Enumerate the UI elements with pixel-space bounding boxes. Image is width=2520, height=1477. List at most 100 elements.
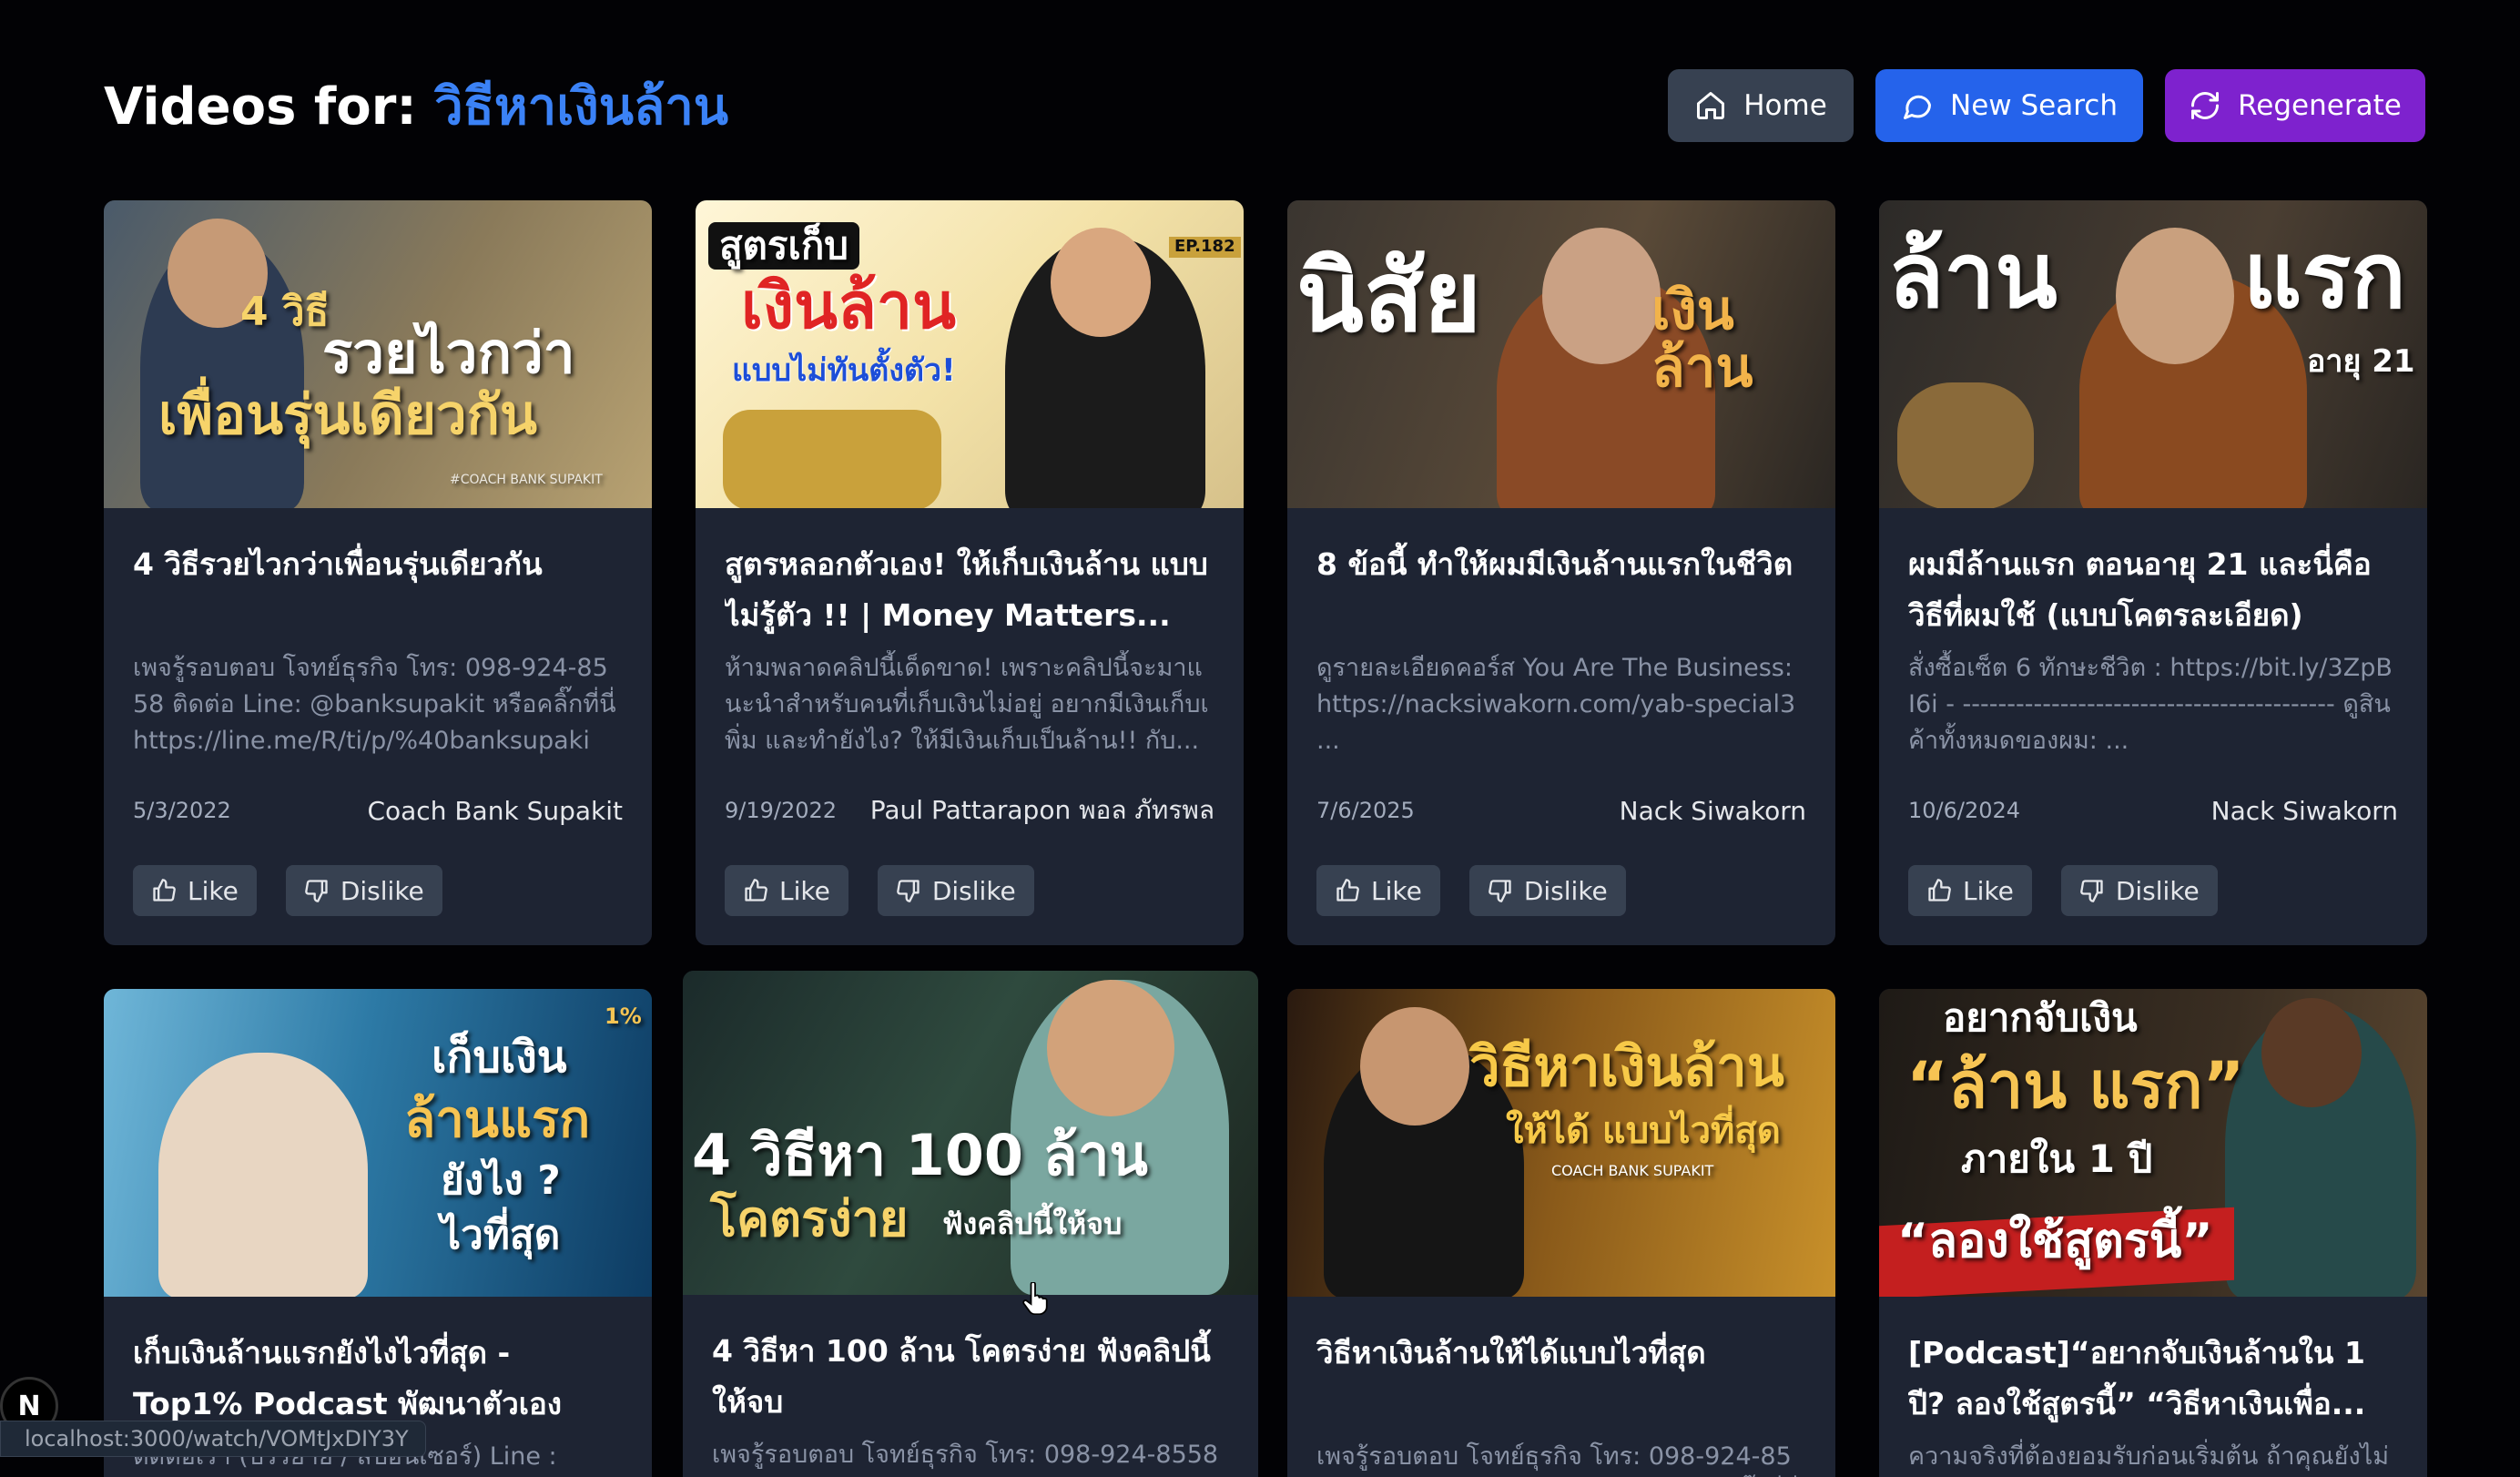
regenerate-button-label: Regenerate	[2238, 89, 2402, 122]
thumbnail-text: “ลองใช้สูตรนี้”	[1897, 1214, 2213, 1268]
thumbnail-text: เงินล้าน	[1651, 279, 1753, 400]
dislike-button[interactable]: Dislike	[877, 865, 1034, 916]
like-button[interactable]: Like	[133, 865, 257, 916]
video-description: เพจรู้รอบตอบ โจทย์ธุรกิจ โทร: 098-924-85…	[1316, 1442, 1792, 1471]
thumbnail-text: ภายใน 1 ปี	[1961, 1136, 2153, 1181]
video-description: เพจรู้รอบตอบ โจทย์ธุรกิจ โทร: 098-924-85…	[712, 1441, 1219, 1469]
pointer-cursor-icon	[1022, 1282, 1048, 1315]
video-title[interactable]: 4 วิธีหา 100 ล้าน โคตรง่าย ฟังคลิปนี้ให้…	[712, 1326, 1229, 1428]
home-icon	[1697, 92, 1725, 119]
video-thumbnail[interactable]: 4 วิธีหา 100 ล้าน โคตรง่าย ฟังคลิปนี้ให้…	[683, 971, 1258, 1295]
link-status-bar: localhost:3000/watch/VOMtJxDIY3Y	[0, 1421, 426, 1457]
video-card[interactable]: 4 วิธีหา 100 ล้าน โคตรง่าย ฟังคลิปนี้ให้…	[683, 971, 1258, 1477]
thumbnail-text: COACH BANK SUPAKIT	[1551, 1162, 1714, 1179]
video-card[interactable]: สูตรเก็บ เงินล้าน แบบไม่ทันตั้งตัว! EP.1…	[696, 200, 1244, 945]
like-label: Like	[1963, 875, 2014, 906]
chat-bubble-icon	[1904, 95, 1932, 119]
video-title[interactable]: ผมมีล้านแรก ตอนอายุ 21 และนี่คือวิธีที่ผ…	[1908, 539, 2398, 641]
thumbnail-text: แบบไม่ทันตั้งตัว!	[732, 352, 956, 389]
video-title[interactable]: วิธีหาเงินล้านให้ได้แบบไวที่สุด	[1316, 1328, 1806, 1430]
video-title[interactable]: สูตรหลอกตัวเอง! ให้เก็บเงินล้าน แบบไม่รู…	[725, 539, 1214, 641]
thumbs-up-icon	[1928, 879, 1951, 901]
video-thumbnail[interactable]: 4 วิธี รวยไวกว่า เพื่อนรุ่นเดียวกัน #COA…	[104, 200, 652, 508]
header-actions: Home New Search Regenerate	[1668, 69, 2425, 142]
video-card[interactable]: 4 วิธี รวยไวกว่า เพื่อนรุ่นเดียวกัน #COA…	[104, 200, 652, 945]
page-header: Videos for: วิธีหาเงินล้าน Home New Sear…	[104, 66, 2425, 146]
new-search-button-label: New Search	[1950, 89, 2118, 122]
thumbnail-text: เก็บเงิน	[432, 1032, 567, 1083]
thumbnail-text: อายุ 21	[2307, 343, 2415, 380]
page-title-prefix: Videos for:	[104, 76, 417, 137]
thumbnail-text: โคตรง่าย	[710, 1190, 909, 1248]
dislike-button[interactable]: Dislike	[1468, 865, 1626, 916]
thumbnail-text: 4 วิธีหา 100 ล้าน	[692, 1122, 1148, 1188]
thumbnail-text: ฟังคลิปนี้ให้จบ	[942, 1207, 1123, 1241]
video-title[interactable]: 4 วิธีรวยไวกว่าเพื่อนรุ่นเดียวกัน	[133, 539, 623, 641]
thumbs-down-icon	[896, 880, 920, 902]
video-thumbnail[interactable]: อยากจับเงิน “ล้าน แรก” ภายใน 1 ปี “ลองใช…	[1879, 989, 2427, 1297]
video-card[interactable]: เก็บเงิน ล้านแรก ยังไง ? ไวที่สุด 1% เก็…	[104, 989, 652, 1477]
thumbnail-text: ล้าน	[1888, 222, 2058, 329]
channel-name: Paul Pattarapon พอล ภัทรพล	[869, 795, 1214, 825]
video-description: ดูรายละเอียดคอร์ส You Are The Business: …	[1316, 654, 1796, 755]
dislike-button[interactable]: Dislike	[2060, 865, 2218, 916]
thumbnail-text: EP.182	[1169, 237, 1241, 258]
like-button[interactable]: Like	[1316, 865, 1440, 916]
thumbnail-text: ให้ได้ แบบไวที่สุด	[1506, 1110, 1781, 1152]
thumbnail-text: “ล้าน แรก”	[1906, 1048, 2245, 1123]
video-description: สั่งซื้อเซ็ต 6 ทักษะชีวิต : https://bit.…	[1908, 654, 2393, 755]
thumbs-up-icon	[153, 879, 176, 901]
video-date: 5/3/2022	[133, 798, 231, 823]
dislike-label: Dislike	[2115, 875, 2200, 906]
thumbnail-text: เพื่อนรุ่นเดียวกัน	[158, 383, 538, 447]
like-label: Like	[1371, 875, 1422, 906]
channel-name: Nack Siwakorn	[2210, 795, 2398, 826]
video-description: เพจรู้รอบตอบ โจทย์ธุรกิจ โทร: 098-924-85…	[133, 654, 616, 755]
dislike-label: Dislike	[1523, 875, 1608, 906]
dislike-button[interactable]: Dislike	[285, 865, 442, 916]
video-description: ห้ามพลาดคลิปนี้เด็ดขาด! เพราะคลิปนี้จะมา…	[725, 654, 1209, 755]
video-thumbnail[interactable]: ล้าน แรก อายุ 21	[1879, 200, 2427, 508]
video-card[interactable]: อยากจับเงิน “ล้าน แรก” ภายใน 1 ปี “ลองใช…	[1879, 989, 2427, 1477]
video-thumbnail[interactable]: วิธีหาเงินล้าน ให้ได้ แบบไวที่สุด COACH …	[1287, 989, 1835, 1297]
video-thumbnail[interactable]: นิสัย เงินล้าน	[1287, 200, 1835, 508]
thumbs-down-icon	[304, 880, 328, 902]
thumbnail-text: รวยไวกว่า	[322, 320, 575, 386]
video-title[interactable]: 8 ข้อนี้ ทำให้ผมมีเงินล้านแรกในชีวิต	[1316, 539, 1806, 641]
search-query: วิธีหาเงินล้าน	[434, 76, 729, 137]
video-card[interactable]: วิธีหาเงินล้าน ให้ได้ แบบไวที่สุด COACH …	[1287, 989, 1835, 1477]
page-title: Videos for: วิธีหาเงินล้าน	[104, 66, 728, 147]
video-date: 7/6/2025	[1316, 798, 1415, 823]
home-button[interactable]: Home	[1668, 69, 1854, 142]
video-title[interactable]: [Podcast]“อยากจับเงินล้านใน 1 ปี? ลองใช้…	[1908, 1328, 2398, 1430]
video-title[interactable]: เก็บเงินล้านแรกยังไงไวที่สุด - Top1% Pod…	[133, 1328, 623, 1430]
video-card[interactable]: นิสัย เงินล้าน 8 ข้อนี้ ทำให้ผมมีเงินล้า…	[1287, 200, 1835, 945]
video-card[interactable]: ล้าน แรก อายุ 21 ผมมีล้านแรก ตอนอายุ 21 …	[1879, 200, 2427, 945]
like-label: Like	[779, 875, 830, 906]
regenerate-button[interactable]: Regenerate	[2165, 69, 2425, 142]
video-thumbnail[interactable]: เก็บเงิน ล้านแรก ยังไง ? ไวที่สุด 1%	[104, 989, 652, 1297]
video-date: 9/19/2022	[725, 798, 838, 823]
video-date: 10/6/2024	[1908, 798, 2021, 823]
thumbnail-text: แรก	[2243, 222, 2406, 329]
like-button[interactable]: Like	[1908, 865, 2032, 916]
thumbnail-text: ยังไง ?	[441, 1157, 561, 1204]
thumbnail-text: ไวที่สุด	[441, 1212, 561, 1258]
new-search-button[interactable]: New Search	[1875, 69, 2143, 142]
home-button-label: Home	[1743, 89, 1827, 122]
thumbnail-text: 1%	[605, 1003, 642, 1029]
refresh-icon	[2191, 92, 2220, 119]
dislike-label: Dislike	[931, 875, 1016, 906]
thumbs-up-icon	[745, 879, 767, 901]
like-button[interactable]: Like	[725, 865, 848, 916]
video-thumbnail[interactable]: สูตรเก็บ เงินล้าน แบบไม่ทันตั้งตัว! EP.1…	[696, 200, 1244, 508]
thumbnail-text: อยากจับเงิน	[1943, 995, 2138, 1040]
thumbnail-text: วิธีหาเงินล้าน	[1469, 1035, 1784, 1099]
thumbs-down-icon	[1488, 880, 1511, 902]
like-label: Like	[188, 875, 239, 906]
thumbs-up-icon	[1336, 879, 1359, 901]
thumbnail-text: นิสัย	[1296, 240, 1482, 354]
dislike-label: Dislike	[340, 875, 424, 906]
thumbnail-text: ล้านแรก	[404, 1090, 591, 1149]
thumbs-down-icon	[2079, 880, 2103, 902]
